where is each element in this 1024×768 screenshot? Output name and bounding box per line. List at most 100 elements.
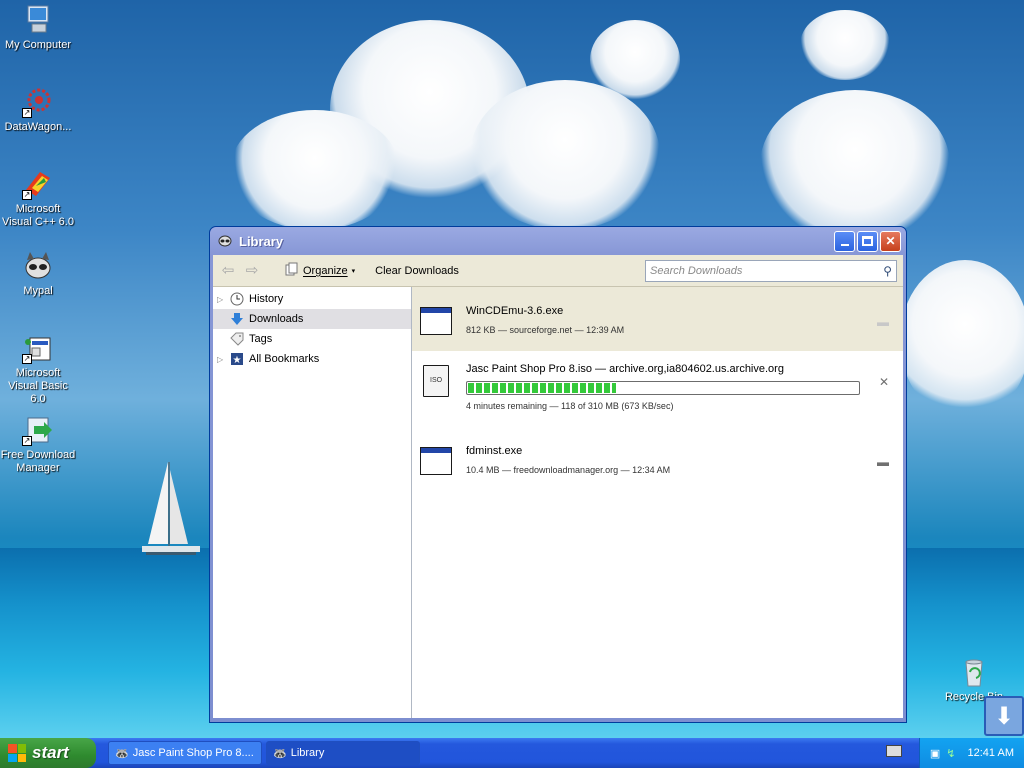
desktop-icon-mypal[interactable]: Mypal [0,250,76,298]
cloud [760,90,950,240]
tag-icon [229,331,245,347]
shortcut-arrow-icon: ↗ [22,436,32,446]
cloud [800,10,890,80]
download-item[interactable]: ISO Jasc Paint Shop Pro 8.iso — archive.… [412,351,903,427]
network-icon[interactable]: ▣ [930,747,940,760]
fdm-icon: ↗ [22,414,54,446]
datawagon-icon: ↗ [22,86,54,118]
taskbar-button-label: Jasc Paint Shop Pro 8.... [132,747,254,759]
forward-button[interactable]: ⇨ [243,262,261,280]
desktop-icon-label: My Computer [4,39,72,51]
minimize-icon [840,244,849,246]
desktop-icon-visual-cpp[interactable]: ↗ Microsoft Visual C++ 6.0 [0,168,76,229]
cancel-icon[interactable]: ✕ [879,375,889,389]
download-meta: 10.4 MB — freedownloadmanager.org — 12:3… [466,465,671,475]
svg-text:★: ★ [233,355,242,366]
sidebar-item-history[interactable]: ▷ History [213,289,411,309]
search-placeholder: Search Downloads [650,264,743,277]
progress-fill [468,383,617,393]
taskbar-button-label: Library [290,747,325,759]
folder-icon[interactable]: ▬ [877,455,889,469]
search-icon: ⚲ [883,263,892,278]
toolbar: ⇦ ⇨ Organize ▾ Clear Downloads Search Do… [213,255,903,287]
sidebar-item-tags[interactable]: Tags [213,329,411,349]
desktop-icon-datawagon[interactable]: ↗ DataWagon... [0,86,76,134]
window-title: Library [239,233,284,249]
computer-icon [22,4,54,36]
desktop-icon-my-computer[interactable]: My Computer [0,4,76,52]
clock[interactable]: 12:41 AM [968,747,1014,759]
minimize-button[interactable] [834,230,855,252]
bookmark-star-icon: ★ [229,351,245,367]
search-downloads-input[interactable]: Search Downloads ⚲ [645,259,897,282]
sidebar: ▷ History Downloads Tags ▷ ★ All Bookmar… [213,287,412,718]
desktop-icon-label: Microsoft Visual C++ 6.0 [2,203,74,228]
maximize-icon [862,236,873,246]
start-button[interactable]: start [0,738,96,768]
desktop-icon-label: DataWagon... [4,121,72,133]
sidebar-item-downloads[interactable]: Downloads [213,309,411,329]
organize-button[interactable]: Organize ▾ [281,260,359,281]
exe-file-icon [420,307,452,335]
download-filename: WinCDEmu-3.6.exe [466,305,564,317]
mypal-icon [217,232,233,251]
fdm-tray-icon[interactable]: ↯ [946,747,955,760]
clear-downloads-button[interactable]: Clear Downloads [371,263,463,279]
close-icon: ✕ [885,234,896,248]
mypal-icon: 🦝 [115,747,129,760]
cloud [230,110,400,230]
downloads-list: WinCDEmu-3.6.exe 812 KB — sourceforge.ne… [412,287,903,718]
mypal-icon [22,250,54,282]
recycle-bin-icon [958,656,990,688]
window-titlebar[interactable]: Library ✕ [213,227,903,255]
desktop-icon-visual-basic[interactable]: ↗ Microsoft Visual Basic 6.0 [0,332,76,406]
desktop-icon-free-download-manager[interactable]: ↗ Free Download Manager [0,414,76,475]
back-arrow-icon: ⇦ [221,261,235,279]
shortcut-arrow-icon: ↗ [22,190,32,200]
download-progress-bar [466,381,860,395]
sidebar-item-label: Downloads [249,313,304,325]
iso-file-icon: ISO [423,365,449,397]
download-item[interactable]: WinCDEmu-3.6.exe 812 KB — sourceforge.ne… [412,287,903,351]
cloud [900,260,1024,420]
mypal-icon: 🦝 [273,747,287,760]
maximize-button[interactable] [857,230,878,252]
desktop-icon-label: Free Download Manager [0,449,76,474]
forward-arrow-icon: ⇨ [245,261,259,279]
sailboat-image [142,462,200,555]
system-tray: ▣ ↯ 12:41 AM [918,738,1024,768]
download-filename: fdminst.exe [466,445,523,457]
visual-cpp-icon: ↗ [22,168,54,200]
sidebar-item-label: History [249,293,284,305]
sidebar-item-label: All Bookmarks [249,353,320,365]
organize-label: Organize [303,264,348,277]
taskbar-button-library[interactable]: 🦝 Library [266,741,420,765]
sidebar-item-all-bookmarks[interactable]: ▷ ★ All Bookmarks [213,349,411,369]
shortcut-arrow-icon: ↗ [22,108,32,118]
back-button[interactable]: ⇦ [219,262,237,280]
download-meta: 812 KB — sourceforge.net — 12:39 AM [466,325,625,335]
fdm-floating-download-button[interactable]: ⬇ [984,696,1024,736]
download-meta: 4 minutes remaining — 118 of 310 MB (673… [466,401,674,411]
sidebar-item-label: Tags [249,333,273,345]
window-client: ⇦ ⇨ Organize ▾ Clear Downloads Search Do… [213,255,903,718]
exe-file-icon [420,447,452,475]
windows-logo-icon [8,744,26,762]
download-filename: Jasc Paint Shop Pro 8.iso — archive.org,… [466,363,784,375]
download-arrow-icon: ⬇ [993,702,1015,730]
close-button[interactable]: ✕ [880,230,901,252]
clock-icon [229,291,245,307]
shortcut-arrow-icon: ↗ [22,354,32,364]
chevron-down-icon: ▾ [351,267,356,275]
expand-triangle-icon[interactable]: ▷ [217,355,225,364]
download-arrow-icon [229,311,245,327]
desktop-icon-label: Mypal [23,285,53,297]
start-label: start [32,743,69,762]
folder-icon[interactable]: ▬ [877,315,889,329]
desktop-icon-label: Microsoft Visual Basic 6.0 [8,367,68,405]
download-item[interactable]: fdminst.exe 10.4 MB — freedownloadmanage… [412,427,903,491]
expand-triangle-icon[interactable]: ▷ [217,295,225,304]
cloud [590,20,680,100]
taskbar-button-paint-shop[interactable]: 🦝 Jasc Paint Shop Pro 8.... [108,741,262,765]
keyboard-icon[interactable] [886,745,902,757]
